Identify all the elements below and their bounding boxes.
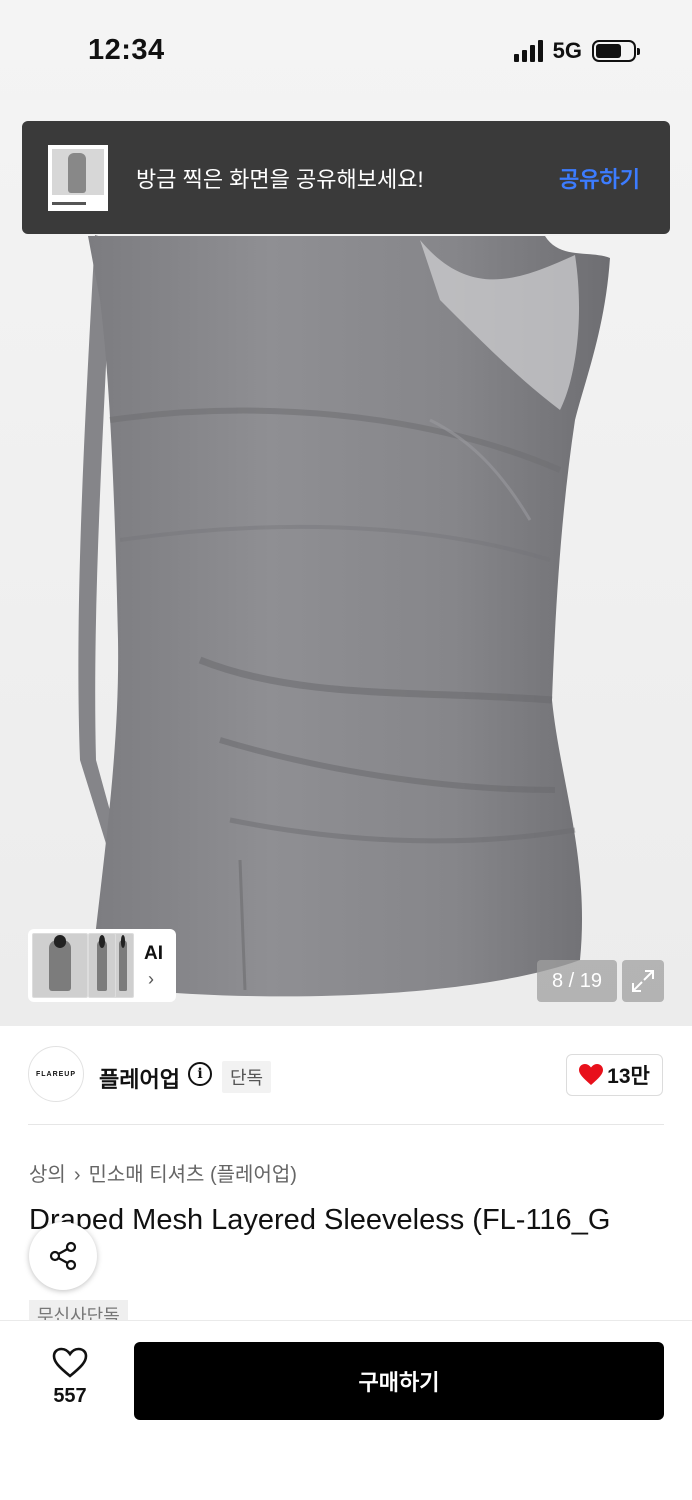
status-time: 12:34 [88, 34, 165, 66]
network-type: 5G [552, 38, 582, 63]
share-action-button[interactable]: 공유하기 [559, 162, 640, 194]
expand-icon[interactable] [622, 960, 664, 1002]
buy-button[interactable]: 구매하기 [134, 1342, 664, 1420]
image-counter: 8 / 19 [537, 960, 617, 1002]
status-indicators: 5G [513, 38, 640, 64]
breadcrumb-category[interactable]: 상의 [29, 1164, 66, 1186]
brand-like-button[interactable]: 13만 [566, 1054, 663, 1096]
ai-lookbook-thumbnails[interactable]: AI › [28, 929, 176, 1002]
info-icon[interactable]: i [188, 1062, 212, 1086]
ai-label: AI [144, 943, 163, 964]
screenshot-thumbnail[interactable] [48, 144, 108, 211]
bottom-action-bar: 557 구매하기 [0, 1320, 692, 1500]
brand-name[interactable]: 플레어업 [99, 1062, 180, 1094]
exclusive-tag: 무신사단독 [29, 1300, 128, 1322]
divider [28, 1124, 664, 1125]
exclusive-badge: 단독 [222, 1061, 272, 1093]
wishlist-count: 557 [53, 1385, 87, 1407]
share-icon[interactable] [29, 1222, 97, 1290]
battery-icon [592, 40, 640, 62]
heart-outline-icon [52, 1347, 88, 1378]
signal-icon [513, 40, 543, 62]
toast-message: 방금 찍은 화면을 공유해보세요! [136, 166, 424, 192]
product-title: Draped Mesh Layered Sleeveless (FL-116_G [29, 1204, 611, 1236]
chevron-right-icon: › [148, 969, 154, 989]
brand-row: FLAREUP 플레어업 i 단독 13만 [0, 1026, 692, 1126]
heart-icon [579, 1064, 604, 1085]
share-toast: 방금 찍은 화면을 공유해보세요! 공유하기 [22, 121, 670, 234]
breadcrumb-subcategory[interactable]: 민소매 티셔츠 (플레어업) [88, 1164, 296, 1186]
wishlist-button[interactable]: 557 [40, 1347, 100, 1427]
chevron-right-icon: › [73, 1164, 81, 1186]
thumbnail-1 [32, 933, 88, 998]
brand-like-count: 13만 [607, 1065, 650, 1088]
thumbnail-2 [88, 933, 116, 998]
status-bar: 12:34 5G [0, 0, 692, 100]
breadcrumb: 상의 › 민소매 티셔츠 (플레어업) [29, 1158, 297, 1187]
brand-logo[interactable]: FLAREUP [28, 1046, 84, 1102]
